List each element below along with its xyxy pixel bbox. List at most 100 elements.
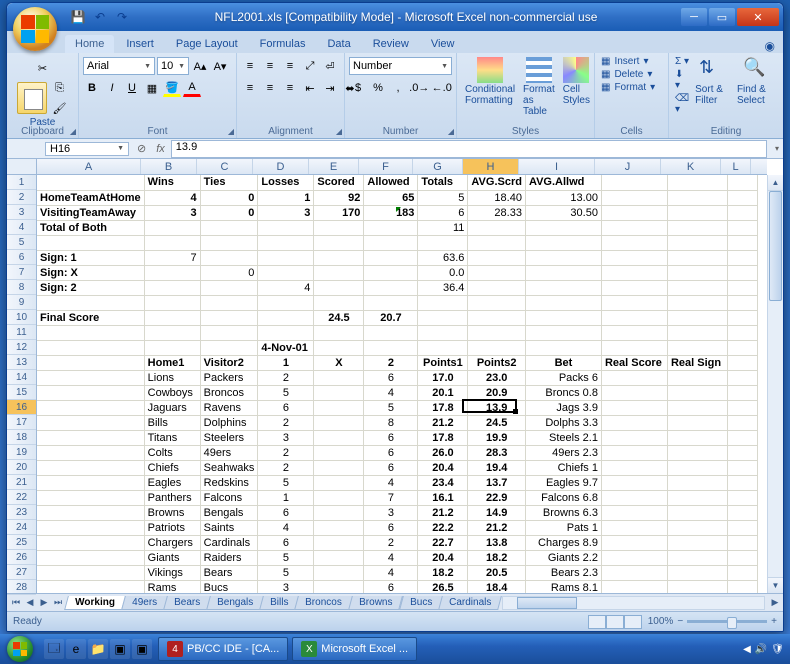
cell[interactable] xyxy=(667,445,727,460)
row-header[interactable]: 23 xyxy=(7,505,36,520)
cell[interactable]: 4 xyxy=(364,550,418,565)
cell[interactable] xyxy=(525,235,601,250)
cell[interactable] xyxy=(667,505,727,520)
cell[interactable] xyxy=(37,565,144,580)
cell[interactable]: Bet xyxy=(525,355,601,370)
cell[interactable] xyxy=(364,325,418,340)
scroll-down-icon[interactable]: ▼ xyxy=(768,577,783,593)
cell[interactable] xyxy=(601,580,667,593)
zoom-out-icon[interactable]: − xyxy=(677,616,683,627)
align-right-icon[interactable]: ≡ xyxy=(281,79,299,97)
copy-icon[interactable]: ⎘ xyxy=(51,79,69,97)
cell[interactable] xyxy=(727,325,757,340)
zoom-slider[interactable] xyxy=(687,620,767,623)
font-launcher-icon[interactable]: ◢ xyxy=(228,127,234,136)
cell[interactable] xyxy=(418,235,468,250)
cell[interactable] xyxy=(258,295,314,310)
row-header[interactable]: 24 xyxy=(7,520,36,535)
sheet-tab-bucs[interactable]: Bucs xyxy=(399,596,443,610)
cell[interactable]: 49ers xyxy=(200,445,258,460)
row-header[interactable]: 10 xyxy=(7,310,36,325)
cell[interactable] xyxy=(601,505,667,520)
cell[interactable]: 20.4 xyxy=(418,460,468,475)
cell[interactable] xyxy=(144,295,200,310)
start-button[interactable] xyxy=(0,634,40,664)
cell[interactable] xyxy=(258,250,314,265)
comma-icon[interactable]: , xyxy=(389,79,407,97)
cell[interactable] xyxy=(727,415,757,430)
cell[interactable] xyxy=(667,550,727,565)
cell[interactable]: 11 xyxy=(418,220,468,235)
ql-explorer-icon[interactable]: 📁 xyxy=(88,639,108,659)
cell[interactable] xyxy=(314,565,364,580)
cell[interactable]: 2 xyxy=(258,445,314,460)
cell[interactable] xyxy=(314,265,364,280)
formula-input[interactable]: 13.9 xyxy=(171,140,767,158)
cell[interactable] xyxy=(601,280,667,295)
cell[interactable]: 20.7 xyxy=(364,310,418,325)
cell[interactable] xyxy=(364,295,418,310)
align-top-icon[interactable]: ≡ xyxy=(241,57,259,75)
cell[interactable] xyxy=(314,550,364,565)
cell[interactable] xyxy=(727,265,757,280)
cell[interactable] xyxy=(37,505,144,520)
cell[interactable]: 24.5 xyxy=(468,415,526,430)
cell[interactable] xyxy=(468,325,526,340)
shrink-font-icon[interactable]: A▾ xyxy=(211,57,229,75)
cell[interactable]: Dolphins xyxy=(200,415,258,430)
cell[interactable] xyxy=(468,280,526,295)
cell[interactable] xyxy=(364,220,418,235)
cell[interactable]: Final Score xyxy=(37,310,144,325)
cell[interactable] xyxy=(258,265,314,280)
cell[interactable]: 3 xyxy=(258,205,314,220)
cell[interactable] xyxy=(601,490,667,505)
cell[interactable] xyxy=(37,340,144,355)
cell[interactable]: Sign: 1 xyxy=(37,250,144,265)
cell[interactable]: 183 xyxy=(364,205,418,220)
cell[interactable]: Ravens xyxy=(200,400,258,415)
cell[interactable]: 21.2 xyxy=(468,520,526,535)
cell[interactable]: Visitor2 xyxy=(200,355,258,370)
cell[interactable] xyxy=(37,385,144,400)
cell[interactable] xyxy=(144,280,200,295)
column-headers[interactable]: ABCDEFGHIJKL xyxy=(37,159,767,175)
cell[interactable]: 13.00 xyxy=(525,190,601,205)
cell[interactable] xyxy=(601,265,667,280)
align-launcher-icon[interactable]: ◢ xyxy=(336,127,342,136)
cell[interactable]: Packs 6 xyxy=(525,370,601,385)
cell[interactable]: VisitingTeamAway xyxy=(37,205,144,220)
office-button[interactable] xyxy=(13,7,57,51)
ribbon-tab-review[interactable]: Review xyxy=(363,35,419,53)
cell[interactable]: 1 xyxy=(258,490,314,505)
cell[interactable] xyxy=(37,520,144,535)
cell[interactable]: Broncos xyxy=(200,385,258,400)
cell[interactable]: Chargers xyxy=(144,535,200,550)
cell[interactable] xyxy=(727,475,757,490)
cell[interactable] xyxy=(258,310,314,325)
row-header[interactable]: 5 xyxy=(7,235,36,250)
cell[interactable] xyxy=(37,175,144,190)
cell[interactable] xyxy=(727,430,757,445)
cell[interactable] xyxy=(601,370,667,385)
cell[interactable]: 5 xyxy=(258,550,314,565)
grow-font-icon[interactable]: A▴ xyxy=(191,57,209,75)
cell[interactable] xyxy=(727,580,757,593)
cell[interactable]: Vikings xyxy=(144,565,200,580)
cell[interactable] xyxy=(200,295,258,310)
dec-decimal-icon[interactable]: ←.0 xyxy=(432,79,453,97)
col-header[interactable]: F xyxy=(359,159,413,174)
cell[interactable]: Bills xyxy=(144,415,200,430)
cell[interactable] xyxy=(727,505,757,520)
cell[interactable] xyxy=(468,235,526,250)
cell[interactable] xyxy=(144,340,200,355)
font-color-icon[interactable]: A xyxy=(183,79,201,97)
sheet-tab-bengals[interactable]: Bengals xyxy=(206,596,264,610)
cell[interactable] xyxy=(727,445,757,460)
cell[interactable] xyxy=(727,205,757,220)
row-headers[interactable]: 1234567891011121314151617181920212223242… xyxy=(7,175,37,593)
cell[interactable] xyxy=(314,580,364,593)
cell[interactable]: AVG.Allwd xyxy=(525,175,601,190)
row-header[interactable]: 27 xyxy=(7,565,36,580)
cell[interactable]: Pats 1 xyxy=(525,520,601,535)
cell[interactable]: Bears 2.3 xyxy=(525,565,601,580)
